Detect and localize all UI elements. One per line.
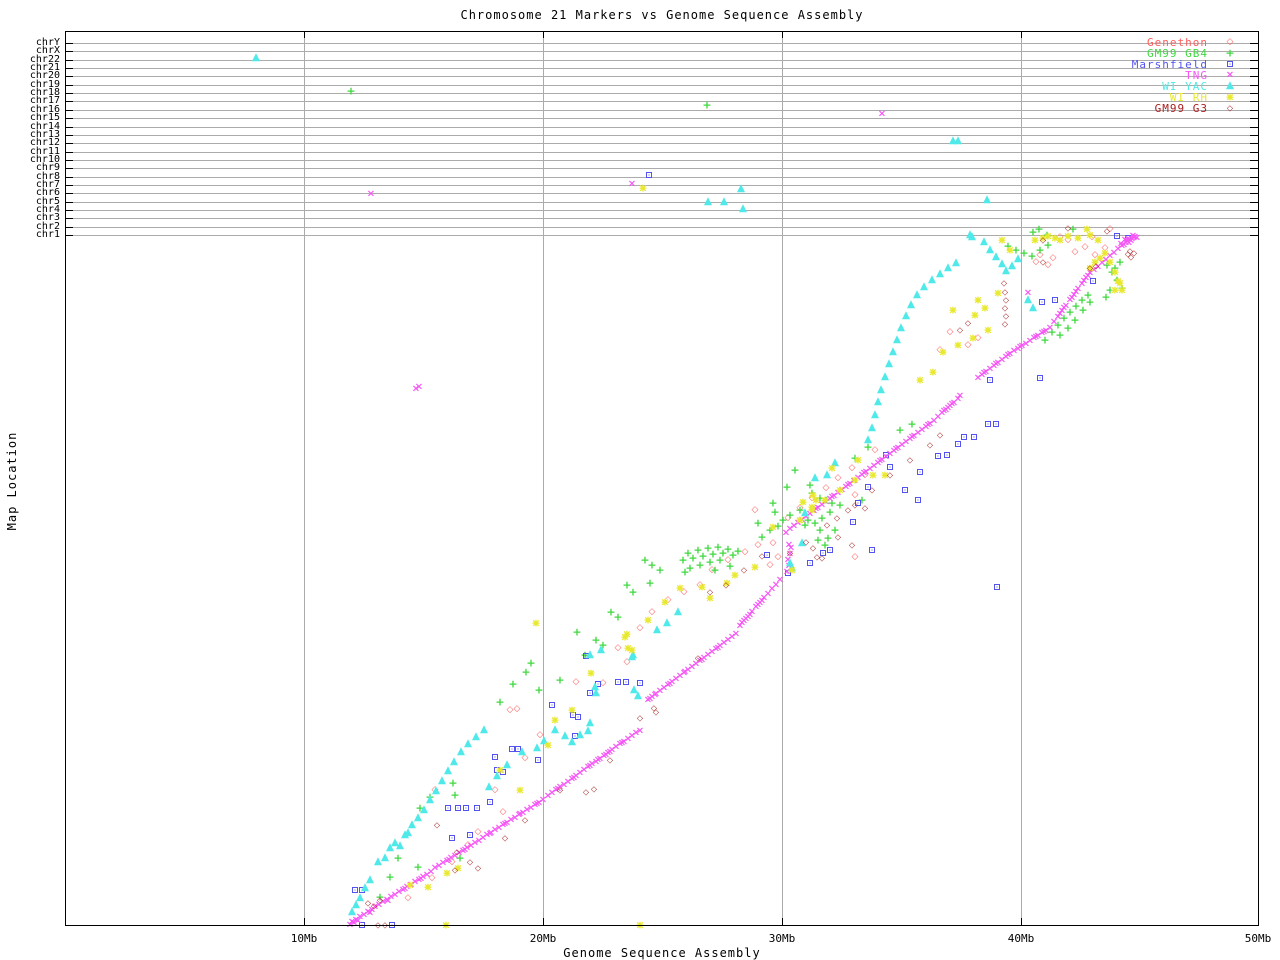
left-tick-chr10: [65, 160, 73, 161]
chart-root: Chromosome 21 Markers vs Genome Sequence…: [0, 0, 1280, 960]
right-tick-chr22: [1250, 60, 1258, 61]
right-tick-chr12: [1250, 143, 1258, 144]
x-axis-label: Genome Sequence Assembly: [65, 946, 1259, 960]
top-tick-30Mb: [782, 31, 783, 38]
top-tick-50Mb: [1258, 31, 1259, 38]
chart-title: Chromosome 21 Markers vs Genome Sequence…: [65, 8, 1259, 22]
right-tick-chr10: [1250, 160, 1258, 161]
right-tick-chr17: [1250, 101, 1258, 102]
left-tick-chr12: [65, 143, 73, 144]
bottom-tick-30Mb: [782, 918, 783, 925]
left-tick-chr18: [65, 93, 73, 94]
gridline-row-chr1: [65, 235, 1258, 236]
left-tick-chr17: [65, 101, 73, 102]
left-tick-chr3: [65, 218, 73, 219]
right-tick-chr15: [1250, 118, 1258, 119]
left-tick-chr19: [65, 85, 73, 86]
xtick-label-30Mb: 30Mb: [760, 932, 804, 945]
right-tick-chr20: [1250, 76, 1258, 77]
gridline-row-chr13: [65, 135, 1258, 136]
left-tick-chr16: [65, 110, 73, 111]
left-tick-chrX: [65, 51, 73, 52]
left-tick-chr15: [65, 118, 73, 119]
right-tick-chr8: [1250, 177, 1258, 178]
gridline-row-chr14: [65, 127, 1258, 128]
right-tick-chr18: [1250, 93, 1258, 94]
right-tick-chr14: [1250, 127, 1258, 128]
row-label-chr1: chr1: [0, 230, 60, 240]
bottom-tick-20Mb: [543, 918, 544, 925]
bottom-tick-50Mb: [1258, 918, 1259, 925]
gridline-row-chr3: [65, 218, 1258, 219]
right-tick-chr6: [1250, 193, 1258, 194]
right-tick-chr2: [1250, 227, 1258, 228]
top-tick-20Mb: [543, 31, 544, 38]
left-tick-chr5: [65, 202, 73, 203]
gridline-row-chr6: [65, 193, 1258, 194]
gridline-row-chr11: [65, 152, 1258, 153]
gridline-row-chr8: [65, 177, 1258, 178]
gridline-row-chr4: [65, 210, 1258, 211]
right-tick-chr21: [1250, 68, 1258, 69]
gridline-row-chr12: [65, 143, 1258, 144]
bottom-tick-40Mb: [1021, 918, 1022, 925]
gridline-x-30Mb: [782, 31, 783, 925]
right-tick-chr3: [1250, 218, 1258, 219]
left-tick-chr9: [65, 168, 73, 169]
left-tick-chr4: [65, 210, 73, 211]
top-tick-10Mb: [304, 31, 305, 38]
right-tick-chrY: [1250, 43, 1258, 44]
xtick-label-50Mb: 50Mb: [1236, 932, 1280, 945]
left-tick-chrY: [65, 43, 73, 44]
right-tick-chr1: [1250, 235, 1258, 236]
right-tick-chr7: [1250, 185, 1258, 186]
plot-border: [65, 31, 1259, 926]
gridline-x-20Mb: [543, 31, 544, 925]
gridline-row-chr2: [65, 227, 1258, 228]
gridline-row-chr5: [65, 202, 1258, 203]
right-tick-chr16: [1250, 110, 1258, 111]
left-tick-chr14: [65, 127, 73, 128]
left-tick-chr21: [65, 68, 73, 69]
gridline-row-chr10: [65, 160, 1258, 161]
gridline-row-chr9: [65, 168, 1258, 169]
gridline-x-40Mb: [1021, 31, 1022, 925]
right-tick-chr11: [1250, 152, 1258, 153]
right-tick-chr9: [1250, 168, 1258, 169]
left-tick-chr2: [65, 227, 73, 228]
left-tick-chr11: [65, 152, 73, 153]
gridline-x-10Mb: [304, 31, 305, 925]
right-tick-chr4: [1250, 210, 1258, 211]
left-tick-chr7: [65, 185, 73, 186]
gridline-row-chr7: [65, 185, 1258, 186]
left-tick-chr6: [65, 193, 73, 194]
left-tick-chr8: [65, 177, 73, 178]
legend-label-g3: GM99 G3: [1008, 102, 1208, 115]
left-tick-chr20: [65, 76, 73, 77]
left-tick-chr13: [65, 135, 73, 136]
right-tick-chr5: [1250, 202, 1258, 203]
right-tick-chr19: [1250, 85, 1258, 86]
xtick-label-10Mb: 10Mb: [282, 932, 326, 945]
left-tick-chr1: [65, 235, 73, 236]
xtick-label-20Mb: 20Mb: [521, 932, 565, 945]
gridline-row-chr15: [65, 118, 1258, 119]
xtick-label-40Mb: 40Mb: [999, 932, 1043, 945]
left-tick-chr22: [65, 60, 73, 61]
right-tick-chr13: [1250, 135, 1258, 136]
right-tick-chrX: [1250, 51, 1258, 52]
y-axis-label: Map Location: [5, 401, 19, 561]
bottom-tick-10Mb: [304, 918, 305, 925]
